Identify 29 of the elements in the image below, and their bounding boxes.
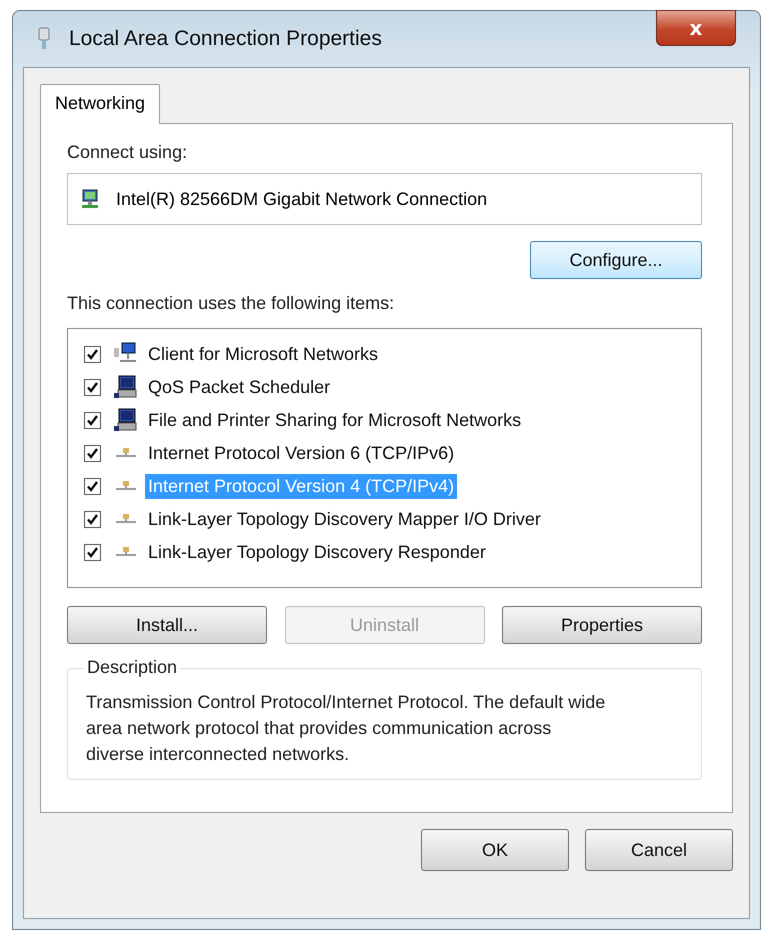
dialog-button[interactable]: Cancel	[585, 829, 733, 871]
dialog-button[interactable]: OK	[421, 829, 569, 871]
close-button[interactable]: x	[656, 10, 736, 46]
action-button[interactable]: Install...	[67, 606, 267, 644]
list-item[interactable]: Client for Microsoft Networks	[145, 342, 382, 366]
configure-button[interactable]: Configure...	[530, 241, 702, 279]
checkbox[interactable]	[84, 346, 101, 362]
computer-icon	[113, 408, 139, 432]
checkbox[interactable]	[84, 510, 101, 528]
action-button[interactable]: Properties	[502, 606, 702, 644]
network-plug-icon	[37, 27, 51, 51]
connect-using-label: Connect using:	[67, 142, 188, 163]
checkbox[interactable]	[84, 412, 101, 428]
list-item[interactable]: File and Printer Sharing for Microsoft Networks	[145, 408, 524, 432]
checkbox[interactable]	[84, 444, 101, 462]
list-item[interactable]: Link-Layer Topology Discovery Mapper I/O Driver	[145, 506, 544, 532]
list-item[interactable]: Link-Layer Topology Discovery Responder	[145, 540, 489, 564]
items-label: This connection uses the following items:	[67, 293, 396, 314]
window-title: Local Area Connection Properties	[69, 27, 383, 51]
checkbox[interactable]	[84, 544, 101, 560]
description-title: Description	[84, 657, 180, 678]
description-text: Transmission Control Protocol/Internet Protocol. The default wide area network protocol that provides communication across diverse interconnected networks.	[86, 691, 606, 766]
checkbox[interactable]	[84, 478, 101, 494]
list-item[interactable]: QoS Packet Scheduler	[145, 374, 334, 400]
computer-icon	[113, 375, 139, 399]
checkbox[interactable]	[84, 378, 101, 396]
tab[interactable]: Networking	[40, 84, 160, 124]
list-item[interactable]: Internet Protocol Version 6 (TCP/IPv6)	[145, 440, 458, 466]
adapter-name: Intel(R) 82566DM Gigabit Network Connection	[116, 188, 488, 210]
